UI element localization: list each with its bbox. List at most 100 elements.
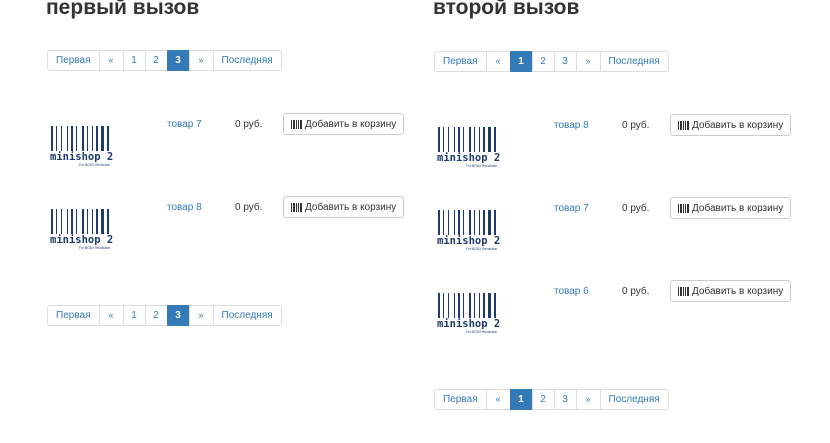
pagination-bottom: Первая « 1 2 3 » Последняя: [434, 389, 669, 410]
minishop-logo: minishop 2For MODX Revolution: [437, 293, 500, 334]
barcode-bar: [101, 126, 104, 151]
barcode-bar: [469, 127, 471, 152]
add-to-cart-button[interactable]: Добавить в корзину: [670, 114, 792, 136]
add-to-cart-label: Добавить в корзину: [305, 118, 397, 130]
page-link-1-active[interactable]: 1: [509, 51, 533, 72]
logo-wordmark: minishop 2: [50, 151, 113, 163]
page-prev-link[interactable]: «: [98, 50, 124, 71]
pagination-top: Первая « 1 2 3 » Последняя: [47, 50, 282, 71]
pagination-top: Первая « 1 2 3 » Последняя: [434, 51, 669, 72]
page-link-1[interactable]: 1: [122, 50, 146, 71]
page-link-2[interactable]: 2: [144, 50, 168, 71]
add-to-cart-button[interactable]: Добавить в корзину: [283, 196, 405, 218]
barcode-bar: [438, 127, 440, 152]
barcode-bar: [488, 293, 491, 318]
barcode-bar: [443, 210, 444, 235]
product-name-link[interactable]: товар 7: [167, 119, 202, 130]
product-thumbnail[interactable]: minishop 2 For MODX Revolution: [49, 208, 127, 250]
page-link-3-active[interactable]: 3: [166, 50, 190, 71]
page-prev-link[interactable]: «: [485, 51, 511, 72]
minishop-logo: minishop 2For MODX Revolution: [50, 209, 113, 250]
product-item: minishop 2 For MODX Revolution товар 6 0 …: [434, 280, 794, 344]
add-to-cart-button[interactable]: Добавить в корзину: [670, 280, 792, 302]
barcode-bar: [463, 293, 464, 318]
barcode-bar: [469, 293, 471, 318]
logo-wordmark: minishop 2: [437, 235, 500, 247]
minishop-logo: minishop 2For MODX Revolution: [437, 210, 500, 251]
page-link-2[interactable]: 2: [144, 305, 168, 326]
barcode-bar: [92, 126, 93, 151]
barcode-bar: [107, 126, 109, 151]
logo-tagline: For MODX Revolution: [79, 246, 110, 250]
product-name-link[interactable]: товар 7: [554, 203, 589, 214]
add-to-cart-button[interactable]: Добавить в корзину: [283, 113, 405, 135]
barcode-bar: [82, 209, 84, 234]
barcode-bar: [454, 293, 455, 318]
page-last-link[interactable]: Последняя: [599, 51, 669, 72]
page-prev-link[interactable]: «: [485, 389, 511, 410]
page-link-3[interactable]: 3: [553, 51, 577, 72]
logo-tagline: For MODX Revolution: [466, 330, 497, 334]
product-name-link[interactable]: товар 6: [554, 286, 589, 297]
page-first-link[interactable]: Первая: [47, 305, 100, 326]
barcode-bar: [76, 126, 77, 151]
page-first-link[interactable]: Первая: [434, 389, 487, 410]
barcode-bar: [87, 126, 88, 151]
barcode-bar: [488, 210, 491, 235]
product-thumbnail[interactable]: minishop 2 For MODX Revolution: [49, 125, 127, 167]
page-next-link[interactable]: »: [188, 50, 214, 71]
page-link-1-active[interactable]: 1: [509, 389, 533, 410]
barcode-icon: [291, 202, 302, 212]
product-price: 0 руб.: [235, 202, 263, 213]
product-thumbnail[interactable]: minishop 2 For MODX Revolution: [436, 292, 514, 334]
product-thumbnail[interactable]: minishop 2 For MODX Revolution: [436, 209, 514, 251]
add-to-cart-label: Добавить в корзину: [692, 285, 784, 297]
barcode-bar: [448, 293, 449, 318]
barcode-bar: [479, 293, 480, 318]
page-link-2[interactable]: 2: [531, 389, 555, 410]
page-last-link[interactable]: Последняя: [599, 389, 669, 410]
section-heading: второй вызов: [433, 0, 580, 19]
page-link-1[interactable]: 1: [122, 305, 146, 326]
page-first-link[interactable]: Первая: [47, 50, 100, 71]
barcode-bar: [56, 126, 57, 151]
minishop-logo: minishop 2For MODX Revolution: [50, 126, 113, 167]
page-link-3[interactable]: 3: [553, 389, 577, 410]
barcode-bar: [71, 209, 73, 234]
barcode-icon: [678, 120, 689, 130]
page-prev-link[interactable]: «: [98, 305, 124, 326]
barcode-bar: [458, 127, 460, 152]
section-heading: первый вызов: [46, 0, 200, 19]
product-thumbnail[interactable]: minishop 2 For MODX Revolution: [436, 126, 514, 168]
page-first-link[interactable]: Первая: [434, 51, 487, 72]
barcode-bar: [76, 209, 77, 234]
product-name-link[interactable]: товар 8: [167, 202, 202, 213]
page-link-2[interactable]: 2: [531, 51, 555, 72]
add-to-cart-button[interactable]: Добавить в корзину: [670, 197, 792, 219]
page-last-link[interactable]: Последняя: [212, 305, 282, 326]
barcode-bar: [448, 210, 449, 235]
page-link-3-active[interactable]: 3: [166, 305, 190, 326]
add-to-cart-label: Добавить в корзину: [692, 202, 784, 214]
barcode-bar: [51, 209, 53, 234]
barcode-bar: [474, 127, 475, 152]
barcode-bar: [483, 127, 485, 152]
barcode-bar: [71, 126, 73, 151]
logo-wordmark: minishop 2: [50, 234, 113, 246]
product-name-link[interactable]: товар 8: [554, 120, 589, 131]
product-item: minishop 2 For MODX Revolution товар 8 0 …: [434, 114, 794, 178]
page-next-link[interactable]: »: [575, 389, 601, 410]
barcode-bar: [494, 127, 496, 152]
page-last-link[interactable]: Последняя: [212, 50, 282, 71]
logo-tagline: For MODX Revolution: [466, 164, 497, 168]
page-next-link[interactable]: »: [188, 305, 214, 326]
barcode-bar: [494, 210, 496, 235]
barcode-bar: [443, 293, 444, 318]
barcode-bar: [474, 293, 475, 318]
minishop-logo: minishop 2For MODX Revolution: [437, 127, 500, 168]
add-to-cart-label: Добавить в корзину: [692, 119, 784, 131]
logo-tagline: For MODX Revolution: [466, 247, 497, 251]
barcode-bar: [469, 210, 471, 235]
page-next-link[interactable]: »: [575, 51, 601, 72]
logo-wordmark: minishop 2: [437, 318, 500, 330]
